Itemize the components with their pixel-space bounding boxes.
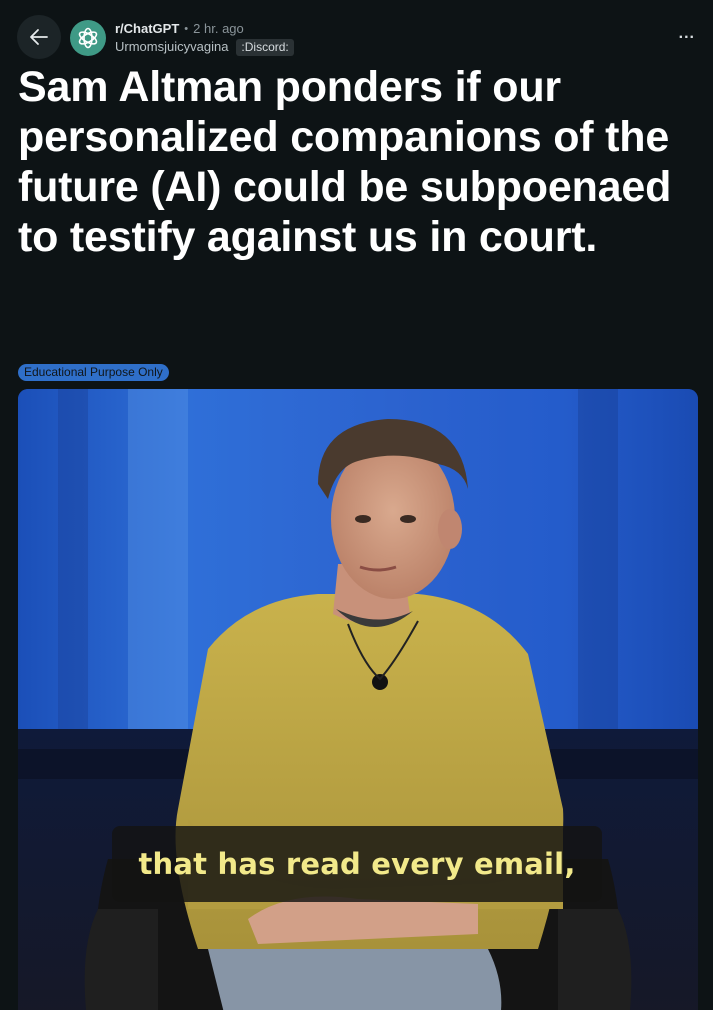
post-video[interactable]: that has read every email, [18, 389, 698, 1010]
arrow-left-icon [30, 29, 48, 45]
more-options-button[interactable]: ... [679, 26, 695, 42]
more-options-icon: ... [678, 25, 695, 42]
openai-logo-icon [78, 27, 98, 49]
meta-separator: • [184, 23, 189, 35]
video-frame [18, 389, 698, 1010]
post-page: r/ChatGPT • 2 hr. ago Urmomsjuicyvagina … [0, 0, 713, 1010]
video-caption: that has read every email, [112, 826, 602, 902]
author-name[interactable]: Urmomsjuicyvagina [115, 38, 228, 56]
subreddit-name[interactable]: r/ChatGPT [115, 20, 179, 38]
subreddit-avatar[interactable] [70, 20, 106, 56]
post-meta: r/ChatGPT • 2 hr. ago Urmomsjuicyvagina … [115, 20, 294, 56]
post-title: Sam Altman ponders if our personalized c… [18, 63, 672, 261]
post-time: 2 hr. ago [193, 21, 244, 36]
back-button[interactable] [17, 15, 61, 59]
user-flair: :Discord: [236, 38, 294, 56]
post-flair[interactable]: Educational Purpose Only [18, 364, 169, 381]
